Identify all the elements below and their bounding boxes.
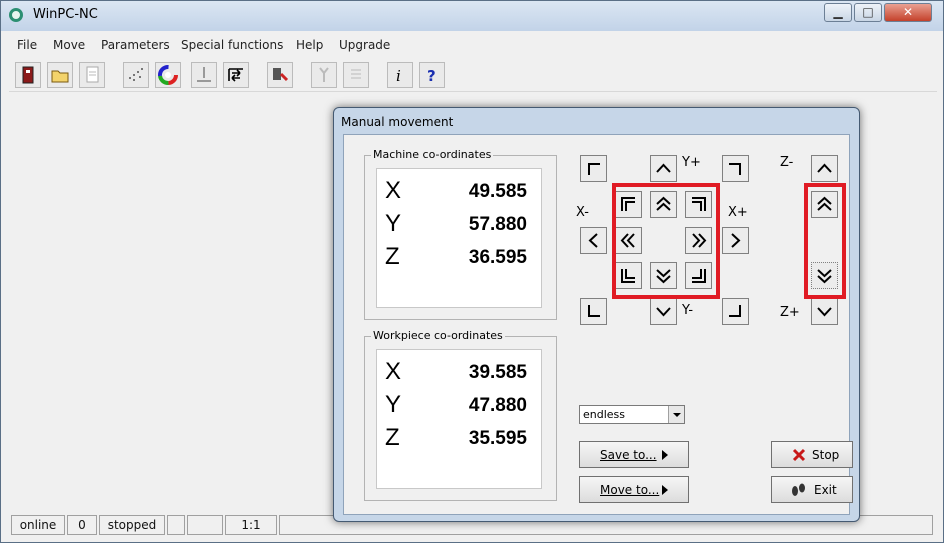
jog-corner-bottom-left-button[interactable] <box>580 298 607 325</box>
z-fast-highlight <box>804 183 846 299</box>
jog-corner-top-right-button[interactable] <box>722 155 749 182</box>
save-to-label: Save to... <box>600 448 657 462</box>
jog-x-plus-button[interactable] <box>722 227 749 254</box>
xy-fast-highlight <box>612 183 720 299</box>
exit-icon[interactable] <box>15 62 41 88</box>
manual-movement-dialog: Manual movement Machine co-ordinates X 4… <box>333 107 860 522</box>
z-plus-label: Z+ <box>780 305 800 320</box>
status-count: 0 <box>67 515 97 535</box>
info-icon[interactable]: i <box>387 62 413 88</box>
app-icon <box>9 8 23 22</box>
status-connection: online <box>11 515 65 535</box>
z-minus-label: Z- <box>780 155 794 170</box>
exit-button[interactable]: Exit <box>771 476 853 503</box>
window-title: WinPC-NC <box>33 7 98 22</box>
tool-change-icon[interactable] <box>267 62 293 88</box>
menu-special-functions[interactable]: Special functions <box>181 38 283 52</box>
menu-move[interactable]: Move <box>53 38 85 52</box>
dialog-client: Machine co-ordinates X 49.585 Y 57.880 Z… <box>343 134 853 515</box>
workpiece-y-value: 47.880 <box>468 395 527 416</box>
jog-z-minus-button[interactable] <box>811 155 838 182</box>
menu-help[interactable]: Help <box>296 38 323 52</box>
menu-upgrade[interactable]: Upgrade <box>339 38 390 52</box>
reference-run-icon[interactable] <box>223 62 249 88</box>
workpiece-coordinates-box: X 39.585 Y 47.880 Z 35.595 <box>376 349 542 489</box>
y-plus-label: Y+ <box>682 155 701 170</box>
move-to-label: Move to... <box>600 483 660 497</box>
list-icon[interactable] <box>343 62 369 88</box>
machine-x-value: 49.585 <box>468 181 527 202</box>
play-triangle-icon <box>662 450 668 460</box>
workpiece-x-axis: X <box>385 358 402 385</box>
open-folder-icon[interactable] <box>47 62 73 88</box>
machine-coordinates-box: X 49.585 Y 57.880 Z 36.595 <box>376 168 542 308</box>
workpiece-x-value: 39.585 <box>468 362 527 383</box>
menu-parameters[interactable]: Parameters <box>101 38 170 52</box>
wrench-icon[interactable] <box>311 62 337 88</box>
jog-y-minus-button[interactable] <box>650 298 677 325</box>
title-bar: WinPC-NC ▁ □ ✕ <box>1 1 943 31</box>
machine-y-value: 57.880 <box>468 214 527 235</box>
save-to-button[interactable]: Save to... <box>579 441 689 468</box>
workpiece-coordinates-group: Workpiece co-ordinates X 39.585 Y 47.880… <box>364 329 557 501</box>
workpiece-y-axis: Y <box>385 391 402 418</box>
jog-z-plus-button[interactable] <box>811 298 838 325</box>
workpiece-coordinates-label: Workpiece co-ordinates <box>371 329 505 342</box>
dialog-title: Manual movement <box>341 115 454 129</box>
info-glyph: i <box>396 67 401 85</box>
stop-x-icon <box>792 448 806 462</box>
status-state: stopped <box>99 515 165 535</box>
menu-file[interactable]: File <box>17 38 37 52</box>
document-icon[interactable] <box>79 62 105 88</box>
y-minus-label: Y- <box>682 303 694 318</box>
help-glyph: ? <box>427 67 436 85</box>
dots-grid-icon[interactable] <box>123 62 149 88</box>
machine-coordinates-label: Machine co-ordinates <box>371 148 494 161</box>
jog-corner-bottom-right-button[interactable] <box>722 298 749 325</box>
machine-coordinates-group: Machine co-ordinates X 49.585 Y 57.880 Z… <box>364 148 557 320</box>
exit-label: Exit <box>814 483 837 497</box>
menu-bar: File Move Parameters Special functions H… <box>9 35 937 57</box>
chevron-down-icon[interactable] <box>668 406 684 423</box>
toolbar: i ? <box>9 59 937 92</box>
close-button[interactable]: ✕ <box>884 3 932 22</box>
x-plus-label: X+ <box>728 205 748 220</box>
workpiece-z-value: 35.595 <box>468 428 527 449</box>
probe-icon[interactable] <box>191 62 217 88</box>
machine-z-axis: Z <box>385 243 400 270</box>
move-to-button[interactable]: Move to... <box>579 476 689 503</box>
machine-z-value: 36.595 <box>468 247 527 268</box>
jog-x-minus-button[interactable] <box>580 227 607 254</box>
x-minus-label: X- <box>576 205 589 220</box>
footprints-icon <box>792 483 805 496</box>
workpiece-z-axis: Z <box>385 424 400 451</box>
play-triangle-icon <box>662 485 668 495</box>
step-mode-select[interactable]: endless <box>579 405 685 424</box>
machine-y-axis: Y <box>385 210 402 237</box>
jog-corner-top-left-button[interactable] <box>580 155 607 182</box>
machine-x-axis: X <box>385 177 402 204</box>
status-scale: 1:1 <box>225 515 277 535</box>
help-icon[interactable]: ? <box>419 62 445 88</box>
jog-y-plus-button[interactable] <box>650 155 677 182</box>
status-empty-2 <box>187 515 223 535</box>
stop-label: Stop <box>812 448 840 462</box>
status-empty-1 <box>167 515 185 535</box>
stop-button[interactable]: Stop <box>771 441 853 468</box>
minimize-button[interactable]: ▁ <box>824 3 852 22</box>
maximize-button[interactable]: □ <box>854 3 882 22</box>
step-mode-value: endless <box>583 408 626 421</box>
color-wheel-icon[interactable] <box>155 62 181 88</box>
